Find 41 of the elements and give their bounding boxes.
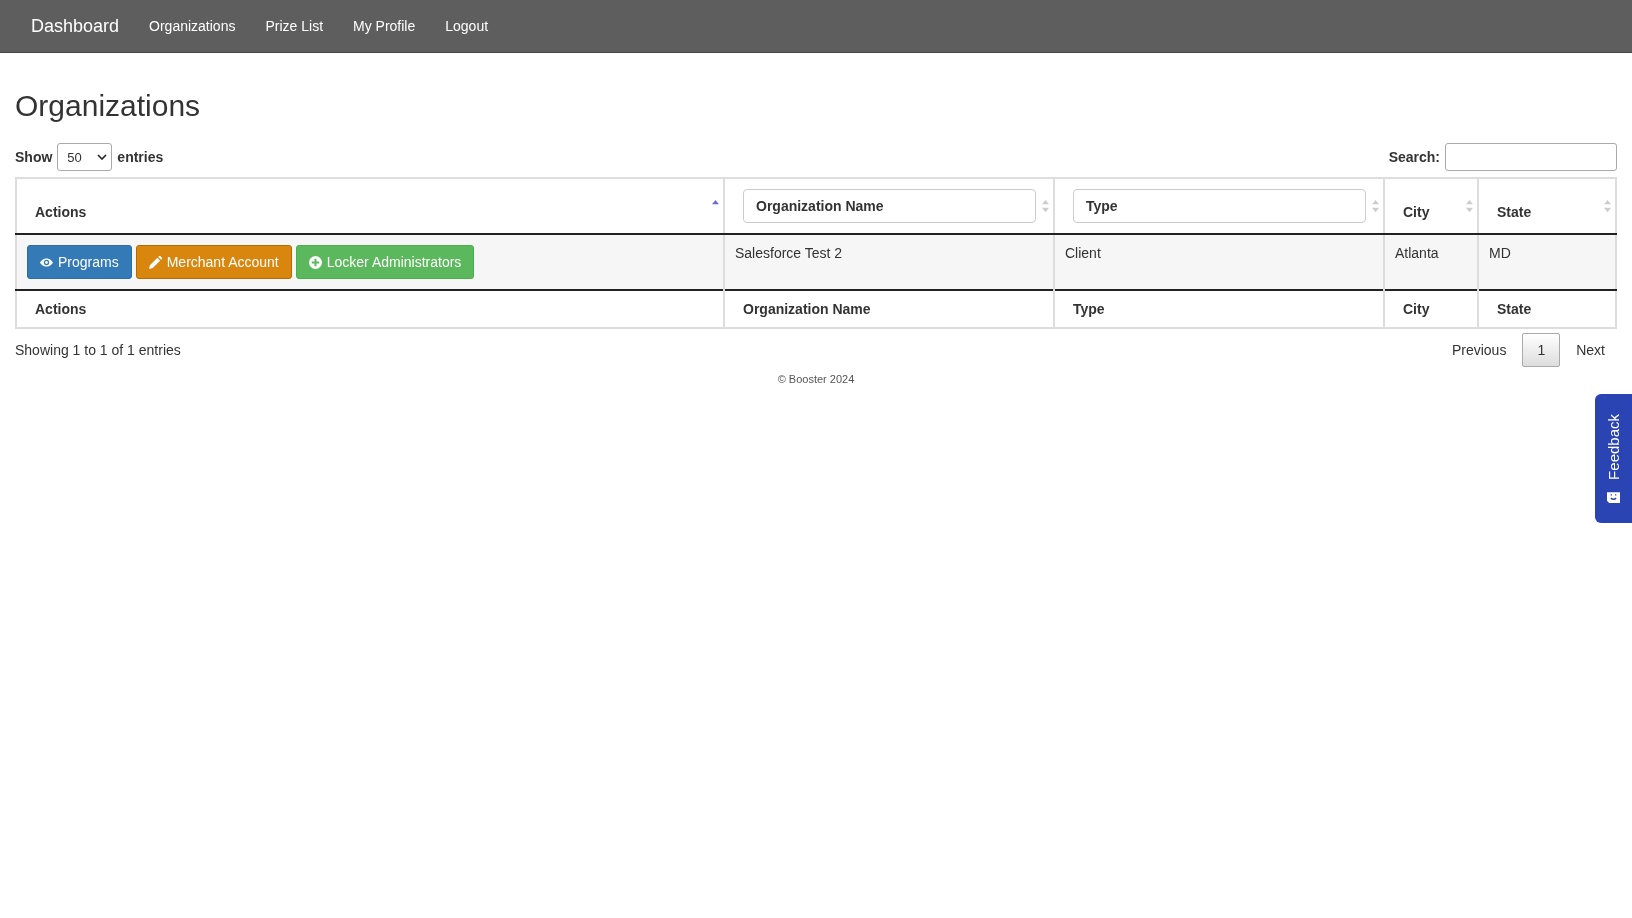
nav-link[interactable]: Logout [430, 18, 504, 34]
smiley-icon [1607, 489, 1620, 503]
show-label: Show [15, 149, 53, 165]
search-field[interactable] [1445, 143, 1617, 171]
column-filter-field[interactable]: Organization Name [743, 189, 1036, 223]
entries-info: Showing 1 to 1 of 1 entries [15, 342, 181, 358]
nav-link[interactable]: My Profile [338, 18, 431, 34]
column-footer: Type [1073, 301, 1105, 317]
feedback-tab[interactable]: Feedback [1595, 394, 1632, 523]
nav-link[interactable]: Organizations [134, 18, 251, 34]
table-cell: Client [1065, 245, 1101, 261]
column-footer: City [1403, 301, 1430, 317]
nav-link[interactable]: Prize List [250, 18, 339, 34]
plus-circle-icon [308, 255, 322, 269]
column-header[interactable]: State [1497, 204, 1532, 220]
table-cell: Salesforce Test 2 [735, 245, 843, 261]
sort-icon[interactable] [1466, 199, 1473, 213]
column-filter-field[interactable]: Type [1073, 189, 1366, 223]
search-label: Search: [1388, 149, 1440, 165]
eye-icon [40, 255, 53, 269]
column-footer: Actions [35, 301, 87, 317]
pencil-icon [148, 255, 162, 269]
column-header[interactable]: Actions [35, 204, 87, 220]
table-cell: Atlanta [1395, 245, 1439, 261]
caret-icon [97, 154, 108, 160]
column-footer: State [1497, 301, 1532, 317]
sort-icon[interactable] [1604, 199, 1611, 213]
copyright-text: © Booster 2024 [776, 373, 856, 385]
action-button[interactable]: Programs [27, 245, 132, 279]
next-link[interactable]: Next [1564, 334, 1617, 366]
column-header[interactable]: City [1403, 204, 1430, 220]
sort-icon[interactable] [1042, 199, 1049, 213]
column-footer: Organization Name [743, 301, 871, 317]
entries-label: entries [117, 149, 164, 165]
brand-link[interactable]: Dashboard [16, 15, 135, 37]
previous-link[interactable]: Previous [1439, 334, 1519, 366]
page-button[interactable]: 1 [1522, 333, 1561, 367]
entries-select[interactable]: 50 [57, 143, 113, 171]
page-title: Organizations [15, 89, 202, 123]
sort-icon[interactable] [1372, 199, 1379, 213]
table-cell: MD [1489, 245, 1511, 261]
